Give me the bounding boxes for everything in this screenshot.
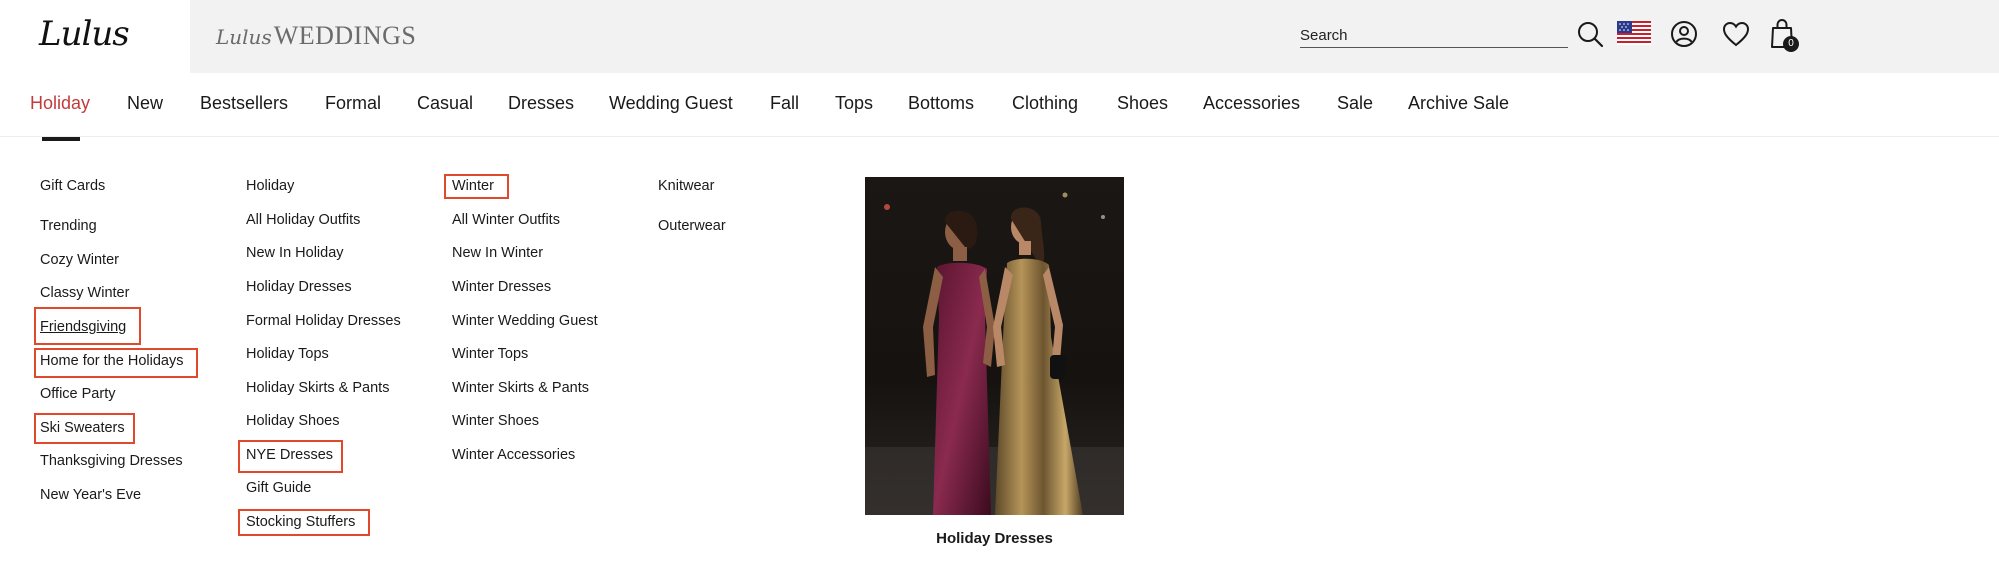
menu-link-new-years-eve[interactable]: New Year's Eve <box>40 487 141 503</box>
search-input[interactable] <box>1300 24 1568 46</box>
nav-item-shoes[interactable]: Shoes <box>1117 93 1168 114</box>
highlight-box-stocking-stuffers <box>238 509 370 536</box>
nav-item-new[interactable]: New <box>127 93 163 114</box>
menu-link-winter-skirts-pants[interactable]: Winter Skirts & Pants <box>452 380 589 396</box>
menu-link-thanksgiving-dresses[interactable]: Thanksgiving Dresses <box>40 453 183 469</box>
menu-link-classy-winter[interactable]: Classy Winter <box>40 285 129 301</box>
nav-item-holiday[interactable]: Holiday <box>30 93 90 114</box>
search-icon[interactable] <box>1576 20 1604 48</box>
menu-link-winter-dresses[interactable]: Winter Dresses <box>452 279 551 295</box>
menu-link-holiday-tops[interactable]: Holiday Tops <box>246 346 329 362</box>
menu-link-new-in-holiday[interactable]: New In Holiday <box>246 245 344 261</box>
nav-item-clothing[interactable]: Clothing <box>1012 93 1078 114</box>
nav-item-wedding-guest[interactable]: Wedding Guest <box>609 93 733 114</box>
menu-link-all-winter-outfits[interactable]: All Winter Outfits <box>452 212 560 228</box>
nav-item-tops[interactable]: Tops <box>835 93 873 114</box>
nav-item-sale[interactable]: Sale <box>1337 93 1373 114</box>
nav-item-dresses[interactable]: Dresses <box>508 93 574 114</box>
weddings-logo-word: WEDDINGS <box>273 21 417 50</box>
highlight-box-nye-dresses <box>238 440 343 473</box>
menu-heading-knitwear[interactable]: Knitwear <box>658 178 714 194</box>
account-icon[interactable] <box>1670 20 1698 48</box>
lulus-logo[interactable]: Lulus <box>39 14 130 54</box>
menu-heading-trending[interactable]: Trending <box>40 218 97 234</box>
menu-heading-outerwear[interactable]: Outerwear <box>658 218 726 234</box>
nav-item-archive-sale[interactable]: Archive Sale <box>1408 93 1509 114</box>
menu-link-winter-shoes[interactable]: Winter Shoes <box>452 413 539 429</box>
weddings-logo-script: Lulus <box>216 25 272 49</box>
promo-photo-illustration <box>865 177 1124 515</box>
menu-link-gift-cards[interactable]: Gift Cards <box>40 178 105 194</box>
menu-link-holiday-skirts-pants[interactable]: Holiday Skirts & Pants <box>246 380 389 396</box>
nav-item-bestsellers[interactable]: Bestsellers <box>200 93 288 114</box>
main-nav: Holiday New Bestsellers Formal Casual Dr… <box>0 73 1999 137</box>
nav-item-bottoms[interactable]: Bottoms <box>908 93 974 114</box>
menu-heading-holiday[interactable]: Holiday <box>246 178 294 194</box>
us-flag-icon[interactable] <box>1617 21 1651 45</box>
menu-link-new-in-winter[interactable]: New In Winter <box>452 245 543 261</box>
heart-icon[interactable] <box>1722 21 1750 47</box>
highlight-box-winter <box>444 174 509 199</box>
nav-item-formal[interactable]: Formal <box>325 93 381 114</box>
menu-link-gift-guide[interactable]: Gift Guide <box>246 480 311 496</box>
nav-item-casual[interactable]: Casual <box>417 93 473 114</box>
menu-link-holiday-shoes[interactable]: Holiday Shoes <box>246 413 340 429</box>
menu-link-winter-accessories[interactable]: Winter Accessories <box>452 447 575 463</box>
menu-link-winter-tops[interactable]: Winter Tops <box>452 346 528 362</box>
nav-item-accessories[interactable]: Accessories <box>1203 93 1300 114</box>
menu-link-all-holiday-outfits[interactable]: All Holiday Outfits <box>246 212 360 228</box>
menu-link-winter-wedding-guest[interactable]: Winter Wedding Guest <box>452 313 598 329</box>
active-nav-indicator <box>42 137 80 141</box>
menu-link-formal-holiday-dresses[interactable]: Formal Holiday Dresses <box>246 313 401 329</box>
nav-item-fall[interactable]: Fall <box>770 93 799 114</box>
logo-cell: Lulus <box>0 0 190 73</box>
search-field[interactable] <box>1300 24 1568 48</box>
menu-link-cozy-winter[interactable]: Cozy Winter <box>40 252 119 268</box>
lulus-weddings-logo[interactable]: Lulus WEDDINGS <box>216 21 416 51</box>
highlight-box-friendsgiving <box>34 307 141 345</box>
top-bar: Lulus Lulus WEDDINGS <box>0 0 1999 73</box>
menu-link-holiday-dresses[interactable]: Holiday Dresses <box>246 279 352 295</box>
highlight-box-ski-sweaters <box>34 413 135 444</box>
cart-count-badge: 0 <box>1783 36 1799 52</box>
promo-caption[interactable]: Holiday Dresses <box>865 530 1124 547</box>
holiday-dresses-promo-image[interactable] <box>865 177 1124 515</box>
highlight-box-home-for-the-holidays <box>34 348 198 378</box>
menu-link-office-party[interactable]: Office Party <box>40 386 115 402</box>
